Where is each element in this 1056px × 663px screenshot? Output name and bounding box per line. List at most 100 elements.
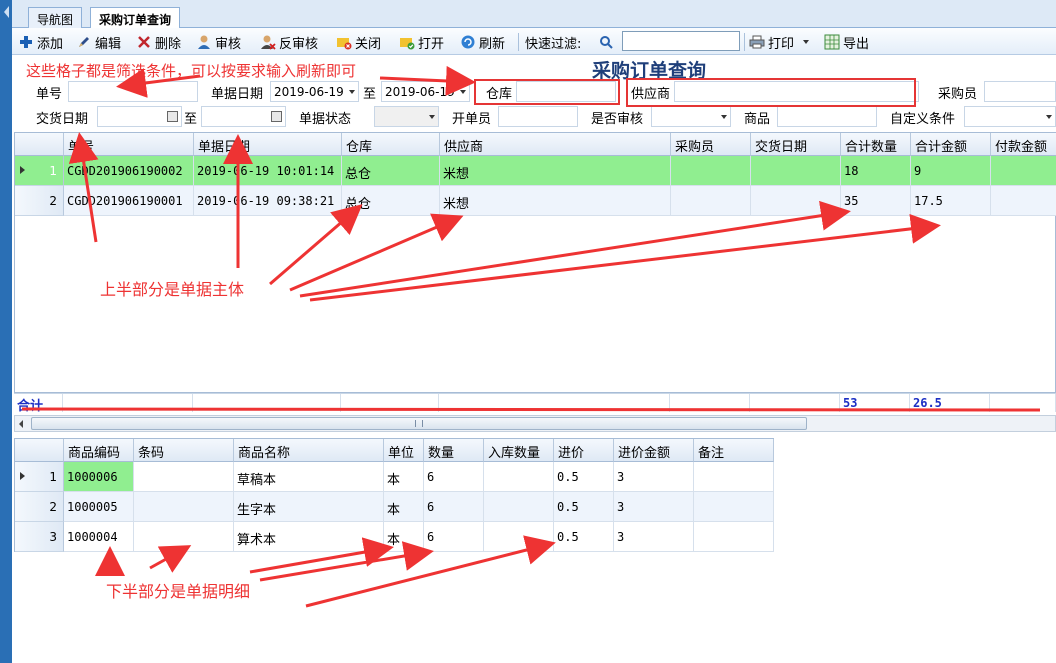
cell-paid-amount[interactable] [991, 156, 1056, 186]
col-header-supplier[interactable]: 供应商 [440, 133, 671, 156]
cell-barcode[interactable] [134, 492, 234, 522]
cell-price[interactable]: 0.5 [554, 462, 614, 492]
row-indicator[interactable]: 1 [15, 462, 64, 492]
col-header-note[interactable]: 备注 [694, 439, 774, 462]
cell-buyer[interactable] [671, 156, 751, 186]
col-header-product-name[interactable]: 商品名称 [234, 439, 384, 462]
cell-price-amount[interactable]: 3 [614, 522, 694, 552]
cell-in-qty[interactable] [484, 462, 554, 492]
col-header-buyer[interactable]: 采购员 [671, 133, 751, 156]
row-indicator[interactable]: 3 [15, 522, 64, 552]
delivery-date-from-picker[interactable] [97, 106, 182, 127]
approved-select[interactable] [651, 106, 731, 127]
export-button[interactable]: 导出 [824, 32, 869, 52]
buyer-input[interactable] [984, 81, 1056, 102]
col-header-price[interactable]: 进价 [554, 439, 614, 462]
scroll-left-arrow-icon[interactable] [19, 420, 23, 428]
quick-filter-input[interactable] [622, 31, 740, 51]
col-header-total-qty[interactable]: 合计数量 [841, 133, 911, 156]
cell-total-amount[interactable]: 9 [911, 156, 991, 186]
cell-unit[interactable]: 本 [384, 522, 424, 552]
delivery-date-to-picker[interactable] [201, 106, 286, 127]
left-panel-strip[interactable] [0, 0, 12, 663]
cell-warehouse[interactable]: 总仓 [342, 156, 440, 186]
approve-button[interactable]: 审核 [196, 32, 241, 52]
cell-doc-date[interactable]: 2019-06-19 10:01:14 [194, 156, 342, 186]
cell-total-amount[interactable]: 17.5 [911, 186, 991, 216]
edit-button[interactable]: 编辑 [76, 32, 121, 52]
col-header-qty[interactable]: 数量 [424, 439, 484, 462]
col-header-barcode[interactable]: 条码 [134, 439, 234, 462]
cell-unit[interactable]: 本 [384, 492, 424, 522]
cell-product-name[interactable]: 草稿本 [234, 462, 384, 492]
row-indicator[interactable]: 2 [15, 186, 64, 216]
cell-unit[interactable]: 本 [384, 462, 424, 492]
cell-price-amount[interactable]: 3 [614, 492, 694, 522]
col-header-paid-amount[interactable]: 付款金额 [991, 133, 1056, 156]
cell-paid-amount[interactable] [991, 186, 1056, 216]
tab-purchase-order-query[interactable]: 采购订单查询 [90, 7, 181, 29]
cell-order-no[interactable]: CGDD201906190002 [64, 156, 194, 186]
cell-barcode[interactable] [134, 462, 234, 492]
cell-price[interactable]: 0.5 [554, 492, 614, 522]
cell-qty[interactable]: 6 [424, 462, 484, 492]
cell-delivery-date[interactable] [751, 186, 841, 216]
row-indicator[interactable]: 2 [15, 492, 64, 522]
cell-note[interactable] [694, 492, 774, 522]
product-input[interactable] [777, 106, 877, 127]
cell-product-name[interactable]: 算术本 [234, 522, 384, 552]
col-header-unit[interactable]: 单位 [384, 439, 424, 462]
cell-product-code[interactable]: 1000005 [64, 492, 134, 522]
search-button[interactable] [598, 32, 614, 52]
add-button[interactable]: 添加 [18, 32, 63, 52]
cell-supplier[interactable]: 米想 [440, 186, 671, 216]
cell-order-no[interactable]: CGDD201906190001 [64, 186, 194, 216]
cell-doc-date[interactable]: 2019-06-19 09:38:21 [194, 186, 342, 216]
col-header-order-no[interactable]: 单号 [64, 133, 194, 156]
cell-total-qty[interactable]: 18 [841, 156, 911, 186]
tab-navigation-map[interactable]: 导航图 [28, 7, 83, 28]
custom-condition-select[interactable] [964, 106, 1056, 127]
delete-button[interactable]: 删除 [136, 32, 181, 52]
row-indicator[interactable]: 1 [15, 156, 64, 186]
col-header-product-code[interactable]: 商品编码 [64, 439, 134, 462]
cell-price-amount[interactable]: 3 [614, 462, 694, 492]
horizontal-scrollbar[interactable] [14, 415, 1056, 432]
cell-product-code[interactable]: 1000004 [64, 522, 134, 552]
cell-warehouse[interactable]: 总仓 [342, 186, 440, 216]
creator-input[interactable] [498, 106, 578, 127]
supplier-input[interactable] [674, 81, 919, 102]
cell-qty[interactable]: 6 [424, 522, 484, 552]
warehouse-input[interactable] [516, 81, 616, 102]
cell-buyer[interactable] [671, 186, 751, 216]
cell-product-code[interactable]: 1000006 [64, 462, 134, 492]
cell-note[interactable] [694, 522, 774, 552]
cell-delivery-date[interactable] [751, 156, 841, 186]
doc-date-to-picker[interactable]: 2019-06-19 [381, 81, 470, 102]
cell-price[interactable]: 0.5 [554, 522, 614, 552]
order-no-input[interactable] [68, 81, 198, 102]
col-header-price-amount[interactable]: 进价金额 [614, 439, 694, 462]
col-header-warehouse[interactable]: 仓库 [342, 133, 440, 156]
cell-barcode[interactable] [134, 522, 234, 552]
cell-total-qty[interactable]: 35 [841, 186, 911, 216]
close-button[interactable]: 关闭 [336, 32, 381, 52]
col-header-total-amount[interactable]: 合计金额 [911, 133, 991, 156]
print-button[interactable]: 打印 [749, 32, 810, 52]
open-button[interactable]: 打开 [399, 32, 444, 52]
refresh-button[interactable]: 刷新 [460, 32, 505, 52]
print-dropdown-icon[interactable] [803, 40, 810, 44]
cell-supplier[interactable]: 米想 [440, 156, 671, 186]
cell-in-qty[interactable] [484, 522, 554, 552]
cell-product-name[interactable]: 生字本 [234, 492, 384, 522]
scrollbar-thumb[interactable] [31, 417, 807, 430]
col-header-in-qty[interactable]: 入库数量 [484, 439, 554, 462]
cell-note[interactable] [694, 462, 774, 492]
doc-date-from-picker[interactable]: 2019-06-19 [270, 81, 359, 102]
col-header-doc-date[interactable]: 单据日期 [194, 133, 342, 156]
col-header-delivery-date[interactable]: 交货日期 [751, 133, 841, 156]
cell-in-qty[interactable] [484, 492, 554, 522]
collapse-arrow-icon[interactable] [4, 6, 9, 18]
cell-qty[interactable]: 6 [424, 492, 484, 522]
doc-status-select[interactable] [374, 106, 439, 127]
